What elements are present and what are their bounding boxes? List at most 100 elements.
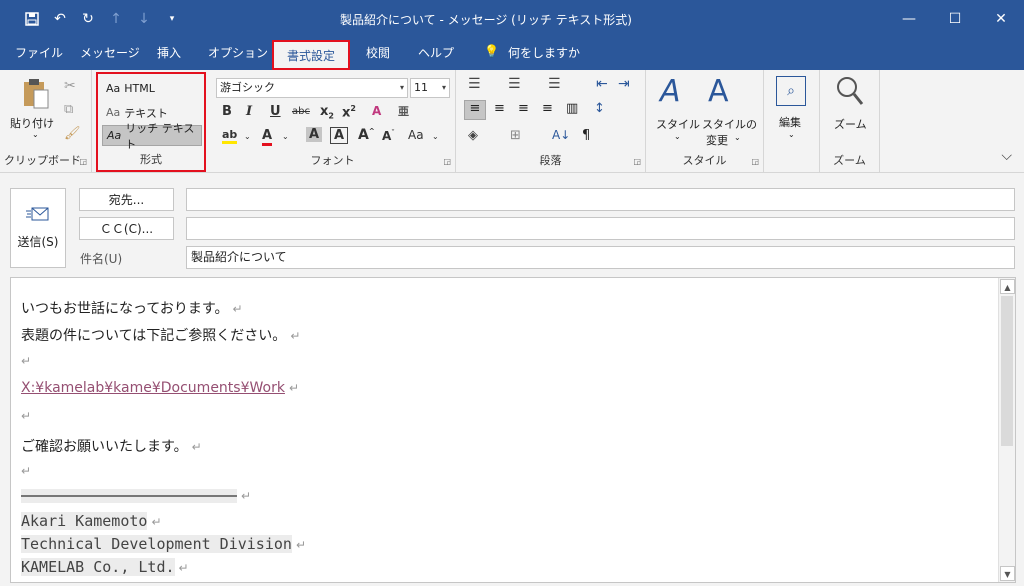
distributed-icon[interactable]: ▥ [566, 101, 578, 116]
edit-button[interactable]: 編集 [779, 114, 801, 130]
highlight-dropdown-icon[interactable]: ⌄ [244, 132, 251, 141]
redo-icon[interactable]: ↻ [78, 9, 98, 29]
minimize-icon[interactable]: — [886, 0, 932, 38]
tab-file[interactable]: ファイル [15, 44, 63, 61]
paragraph-group: ☰ ☰ ☰ ⇤ ⇥ ≡ ≡ ≡ ≡ ▥ ↕ ◈ ⊞ A↓ ¶ 段落 ◲ [456, 70, 646, 173]
undo-icon[interactable]: ↶ [50, 9, 70, 29]
zoom-button[interactable]: ズーム [834, 116, 867, 132]
tab-options[interactable]: オプション [208, 44, 268, 61]
styles-button[interactable]: スタイル [656, 116, 700, 132]
customize-icon[interactable]: ▾ [162, 9, 182, 29]
numbering-icon[interactable]: ☰ [508, 76, 521, 92]
format-html-button[interactable]: Aa HTML [102, 78, 202, 99]
change-styles-dropdown-icon[interactable]: ⌄ [734, 133, 741, 142]
cut-icon[interactable]: ✂ [64, 78, 76, 94]
cc-field[interactable] [186, 217, 1015, 240]
character-shading-icon[interactable]: A [306, 127, 323, 142]
tab-message[interactable]: メッセージ [80, 44, 140, 61]
change-styles-button[interactable]: スタイルの [702, 116, 757, 132]
justify-icon[interactable]: ≡ [542, 101, 553, 116]
message-body[interactable]: いつもお世話になっております。 ↵ 表題の件については下記ご参照ください。 ↵ ↵ … [10, 277, 1016, 583]
tab-insert[interactable]: 挿入 [157, 44, 181, 61]
grow-font-icon[interactable]: A^ [358, 127, 375, 143]
font-launcher-icon[interactable]: ◲ [443, 157, 451, 166]
tab-format-text[interactable]: 書式設定 [272, 40, 350, 70]
collapse-ribbon-icon[interactable]: ⌵ [1001, 148, 1012, 164]
styles-icon[interactable]: A [660, 74, 681, 109]
body-line: いつもお世話になっております。 ↵ [21, 301, 243, 317]
increase-indent-icon[interactable]: ⇥ [618, 76, 630, 92]
font-color-dropdown-icon[interactable]: ⌄ [282, 132, 289, 141]
bullets-icon[interactable]: ☰ [468, 76, 481, 92]
shading-icon[interactable]: ◈ [468, 128, 478, 143]
styles-dropdown-icon[interactable]: ⌄ [674, 132, 681, 141]
paragraph-launcher-icon[interactable]: ◲ [633, 157, 641, 166]
underline-icon[interactable]: U [270, 104, 281, 119]
strikethrough-icon[interactable]: abc [292, 106, 310, 117]
show-marks-icon[interactable]: ¶ [582, 128, 590, 143]
copy-icon[interactable]: ⧉ [64, 102, 73, 117]
paste-icon[interactable] [22, 78, 50, 113]
subscript-icon[interactable]: x2 [320, 104, 334, 121]
subject-field[interactable]: 製品紹介について [186, 246, 1015, 269]
font-color-icon[interactable]: A [262, 128, 273, 146]
align-center-icon[interactable]: ≡ [494, 101, 505, 116]
style-launcher-icon[interactable]: ◲ [751, 157, 759, 166]
change-styles-button-line2[interactable]: 変更 [706, 132, 728, 148]
up-arrow-icon[interactable]: ↑ [106, 9, 126, 29]
dropdown-icon: ▾ [441, 83, 446, 92]
format-group: Aa HTML Aa テキスト Aa リッチ テキスト 形式 [96, 72, 206, 172]
title-bar: ↶ ↻ ↑ ↓ ▾ 製品紹介について - メッセージ (リッチ テキスト形式) … [0, 0, 1024, 38]
vertical-scrollbar[interactable]: ▲ ▼ [998, 278, 1015, 582]
format-rich-text-button[interactable]: Aa リッチ テキスト [102, 122, 202, 151]
paste-button[interactable]: 貼り付け [10, 115, 54, 131]
close-icon[interactable]: ✕ [978, 0, 1024, 38]
font-size-combo[interactable]: 11 ▾ [410, 78, 450, 98]
highlight-icon[interactable]: ab [222, 128, 238, 144]
change-case-button[interactable]: Aa [408, 128, 424, 142]
scroll-down-icon[interactable]: ▼ [1000, 566, 1015, 581]
decrease-indent-icon[interactable]: ⇤ [596, 76, 608, 92]
borders-icon[interactable]: ⊞ [510, 128, 521, 143]
file-path-link[interactable]: X:¥kamelab¥kame¥Documents¥Work [21, 380, 285, 396]
tab-review[interactable]: 校閲 [366, 44, 390, 61]
cc-button[interactable]: ＣＣ(C)... [79, 217, 174, 240]
bold-icon[interactable]: B [222, 104, 232, 119]
line-spacing-icon[interactable]: ↕ [594, 101, 605, 116]
superscript-icon[interactable]: x2 [342, 104, 356, 120]
italic-icon[interactable]: I [246, 104, 252, 119]
return-mark-icon: ↵ [21, 464, 32, 478]
sort-icon[interactable]: A↓ [552, 128, 570, 142]
send-button[interactable]: 送信(S) [10, 188, 66, 268]
zoom-group: ズーム ズーム [820, 70, 880, 173]
change-styles-icon[interactable]: A [708, 74, 729, 109]
clipboard-launcher-icon[interactable]: ◲ [79, 157, 87, 166]
scroll-up-icon[interactable]: ▲ [1000, 279, 1015, 294]
edit-dropdown-icon[interactable]: ⌄ [788, 130, 795, 139]
align-right-icon[interactable]: ≡ [518, 101, 529, 116]
scroll-thumb[interactable] [1001, 296, 1013, 446]
zoom-icon[interactable] [836, 76, 864, 109]
window-title: 製品紹介について - メッセージ (リッチ テキスト形式) [340, 13, 632, 27]
window-controls: — ☐ ✕ [886, 0, 1024, 38]
return-mark-icon: ↵ [178, 561, 189, 575]
character-border-icon[interactable]: A [330, 127, 349, 144]
tab-help[interactable]: ヘルプ [418, 44, 454, 61]
phonetic-guide-icon[interactable]: 亜 [398, 103, 409, 119]
font-name-combo[interactable]: 游ゴシック ▾ [216, 78, 408, 98]
shrink-font-icon[interactable]: Aˇ [382, 129, 395, 143]
clear-format-icon[interactable]: A [372, 104, 381, 118]
down-arrow-icon[interactable]: ↓ [134, 9, 154, 29]
lightbulb-icon[interactable]: 💡 [484, 44, 499, 58]
format-painter-icon[interactable]: 🖌 [64, 126, 81, 141]
multilevel-list-icon[interactable]: ☰ [548, 76, 561, 92]
save-icon[interactable] [22, 9, 42, 29]
maximize-icon[interactable]: ☐ [932, 0, 978, 38]
to-button[interactable]: 宛先... [79, 188, 174, 211]
search-icon[interactable]: ⌕ [776, 76, 806, 106]
change-case-dropdown-icon[interactable]: ⌄ [432, 132, 439, 141]
align-left-icon[interactable]: ≡ [464, 100, 486, 120]
tell-me-search[interactable]: 何をしますか [508, 44, 580, 61]
paste-dropdown-icon[interactable]: ⌄ [32, 130, 39, 139]
to-field[interactable] [186, 188, 1015, 211]
